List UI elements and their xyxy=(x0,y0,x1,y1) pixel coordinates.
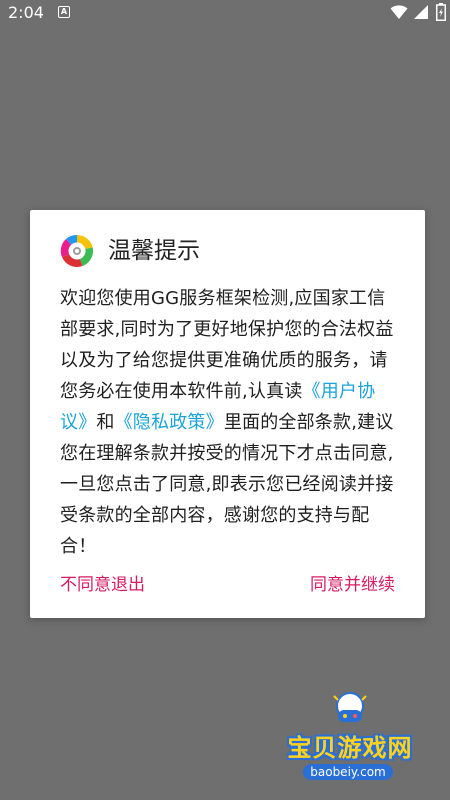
privacy-policy-link[interactable]: 《隐私政策》 xyxy=(115,412,224,433)
decline-exit-button[interactable]: 不同意退出 xyxy=(60,570,145,595)
signal-icon xyxy=(414,5,428,19)
wifi-icon xyxy=(390,5,408,19)
message-text-part2: 里面的全部条款,建议您在理解条款并按受的情况下才点击同意,一旦您点击了同意,即表… xyxy=(60,412,394,557)
notification-icon: A xyxy=(58,6,70,18)
accept-continue-button[interactable]: 同意并继续 xyxy=(310,570,395,595)
watermark-text: 宝贝游戏网 xyxy=(287,734,413,762)
dialog-title: 温馨提示 xyxy=(108,238,200,264)
app-settings-icon xyxy=(60,234,94,268)
watermark: 宝贝游戏网 baobeiy.com xyxy=(275,688,425,788)
watermark-url: baobeiy.com xyxy=(303,764,393,780)
dialog-message: 欢迎您使用GG服务框架检测,应国家工信部要求,同时为了更好地保护您的合法权益以及… xyxy=(60,283,400,562)
battery-icon xyxy=(436,3,446,21)
gamepad-mascot-icon xyxy=(333,692,367,722)
status-bar: 2:04 A xyxy=(0,0,450,26)
status-time: 2:04 xyxy=(8,3,44,22)
message-connector: 和 xyxy=(96,412,115,433)
privacy-dialog: 温馨提示 欢迎您使用GG服务框架检测,应国家工信部要求,同时为了更好地保护您的合… xyxy=(30,210,425,618)
